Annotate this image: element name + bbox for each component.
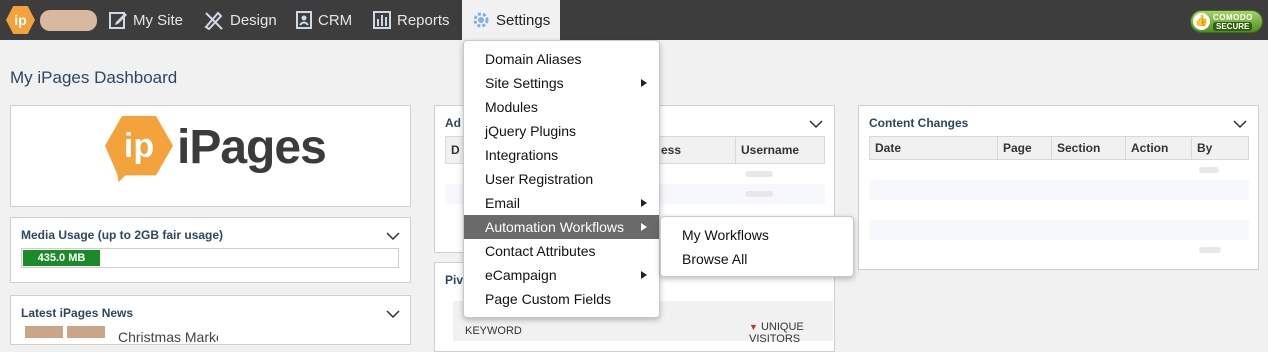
table-row[interactable]: [869, 240, 1249, 260]
menu-item-page-custom-fields[interactable]: Page Custom Fields: [464, 287, 659, 311]
table-row[interactable]: [869, 160, 1249, 180]
panel-title: Content Changes: [869, 116, 969, 130]
chevron-down-icon[interactable]: [809, 120, 823, 128]
ipages-mark-icon: ip: [105, 116, 173, 182]
ipages-logo-icon[interactable]: ip: [6, 6, 35, 34]
sort-unique-visitors[interactable]: ▼ UNIQUE VISITORS: [749, 321, 819, 345]
panel-title: Piv: [445, 273, 464, 287]
chevron-down-icon[interactable]: [386, 232, 400, 240]
comodo-secure-badge[interactable]: 👍 COMODO SECURE: [1190, 10, 1263, 33]
media-usage-panel: Media Usage (up to 2GB fair usage) 435.0…: [10, 217, 411, 283]
latest-news-panel: Latest iPages News Christmas Marketing T…: [10, 295, 411, 345]
media-usage-bar: 435.0 MB: [21, 248, 399, 268]
media-usage-fill: 435.0 MB: [23, 250, 100, 266]
nav-label: Settings: [496, 11, 551, 29]
panel-title: Latest iPages News: [21, 306, 134, 320]
menu-item-modules[interactable]: Modules: [464, 95, 659, 119]
table-header: Date Page Section Action By: [869, 136, 1249, 160]
menu-item-integrations[interactable]: Integrations: [464, 143, 659, 167]
bar-chart-icon: [373, 11, 391, 29]
page-title: My iPages Dashboard: [10, 68, 178, 87]
nav-label: CRM: [318, 11, 353, 29]
table-row[interactable]: [869, 200, 1249, 220]
brand-panel: ip iPages: [10, 105, 411, 207]
menu-item-user-registration[interactable]: User Registration: [464, 167, 659, 191]
contacts-book-icon: [296, 11, 312, 29]
news-headline[interactable]: Christmas Marketing Tips: [118, 329, 218, 345]
submenu-arrow-icon: [641, 271, 647, 279]
menu-item-automation-workflows[interactable]: Automation Workflows: [464, 215, 659, 239]
submenu-arrow-icon: [641, 199, 647, 207]
menu-item-ecampaign[interactable]: eCampaign: [464, 263, 659, 287]
table-row[interactable]: [869, 180, 1249, 200]
design-tools-icon: [204, 11, 223, 30]
chevron-down-icon[interactable]: [1233, 120, 1247, 128]
panel-title: Ad: [445, 116, 461, 130]
brand-wordmark: iPages: [177, 121, 327, 174]
menu-item-site-settings[interactable]: Site Settings: [464, 71, 659, 95]
panel-title: Media Usage (up to 2GB fair usage): [21, 228, 224, 242]
content-changes-panel: Content Changes Date Page Section Action…: [858, 105, 1259, 270]
submenu-item-browse-all[interactable]: Browse All: [661, 247, 853, 271]
thumbs-up-icon: 👍: [1193, 13, 1210, 30]
nav-my-site[interactable]: My Site: [108, 0, 188, 40]
submenu-arrow-icon: [641, 79, 647, 87]
news-thumbnail[interactable]: [25, 326, 63, 338]
news-thumbnail[interactable]: [67, 326, 105, 338]
sort-desc-icon: ▼: [749, 322, 758, 332]
automation-workflows-submenu: My Workflows Browse All: [660, 216, 854, 277]
table-row[interactable]: [869, 220, 1249, 240]
menu-item-jquery-plugins[interactable]: jQuery Plugins: [464, 119, 659, 143]
gear-icon: [473, 12, 489, 28]
nav-reports[interactable]: Reports: [372, 0, 454, 40]
menu-item-domain-aliases[interactable]: Domain Aliases: [464, 47, 659, 71]
nav-label: Reports: [397, 11, 450, 29]
menu-item-contact-attributes[interactable]: Contact Attributes: [464, 239, 659, 263]
nav-design[interactable]: Design: [203, 0, 279, 40]
settings-dropdown-menu: Domain Aliases Site Settings Modules jQu…: [463, 40, 660, 318]
edit-icon: [109, 12, 127, 29]
top-nav-bar: ip My Site Design CRM Reports Settings 👍…: [0, 0, 1268, 40]
submenu-item-my-workflows[interactable]: My Workflows: [661, 223, 853, 247]
nav-label: My Site: [133, 11, 184, 29]
submenu-arrow-icon: [641, 223, 647, 231]
nav-crm[interactable]: CRM: [295, 0, 355, 40]
nav-settings[interactable]: Settings: [462, 0, 560, 40]
nav-label: Design: [230, 11, 277, 29]
chevron-down-icon[interactable]: [386, 310, 400, 318]
user-account-pill[interactable]: [40, 10, 97, 31]
menu-item-email[interactable]: Email: [464, 191, 659, 215]
